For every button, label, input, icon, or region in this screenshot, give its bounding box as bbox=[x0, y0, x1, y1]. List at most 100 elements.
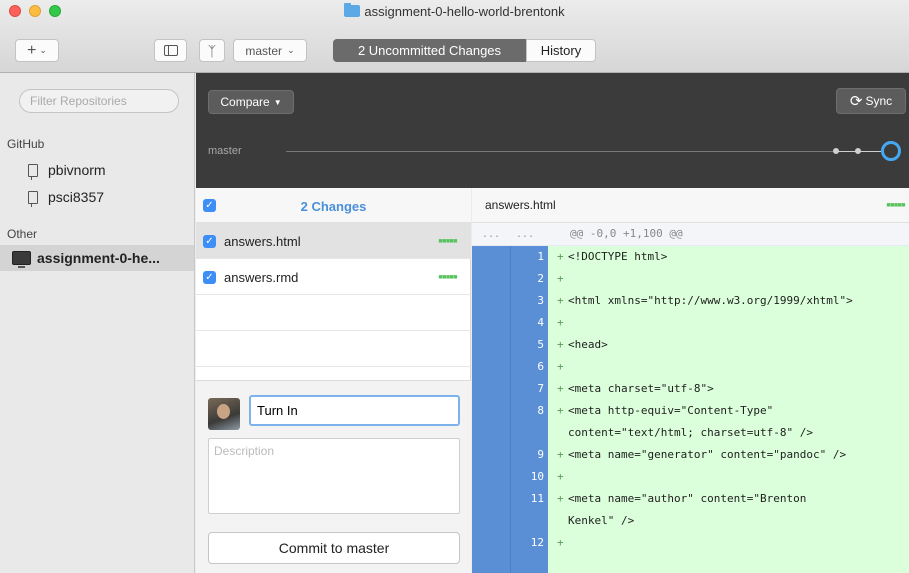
compare-button[interactable]: Compare ▼ bbox=[208, 90, 294, 114]
line-number: 11 bbox=[530, 492, 544, 505]
line-prefix: + bbox=[557, 448, 564, 461]
line-code: content="text/html; charset=utf-8" /> bbox=[568, 426, 814, 439]
timeline-recent-line bbox=[836, 151, 881, 152]
sidebar-item-psci8357[interactable]: psci8357 bbox=[0, 184, 194, 210]
tab-uncommitted-changes[interactable]: 2 Uncommitted Changes bbox=[333, 39, 526, 62]
line-prefix: + bbox=[557, 492, 564, 505]
changed-file-row[interactable]: ✓ answers.html ■■■■■ bbox=[196, 223, 471, 259]
view-tabs: 2 Uncommitted Changes History bbox=[333, 39, 596, 62]
sidebar-item-assignment-0[interactable]: assignment-0-he... bbox=[0, 245, 194, 271]
compare-button-label: Compare bbox=[220, 95, 270, 109]
github-desktop-window: assignment-0-hello-world-brentonk + ⌄ ᛉ m… bbox=[0, 0, 909, 573]
line-prefix: + bbox=[557, 382, 564, 395]
line-number: 2 bbox=[537, 272, 544, 285]
changed-file-name: answers.html bbox=[224, 234, 301, 249]
hunk-header: ... ... @@ -0,0 +1,100 @@ bbox=[472, 223, 909, 246]
diff-stat-icon: ■■■■■ bbox=[438, 238, 457, 245]
diff-line[interactable]: 2 + bbox=[537, 268, 909, 290]
changes-panel: ✓ 2 Changes ✓ answers.html ■■■■■ ✓ answe… bbox=[196, 188, 471, 573]
line-number: 1 bbox=[537, 250, 544, 263]
repository-sidebar: GitHub pbivnorm psci8357 Other assignmen… bbox=[0, 73, 195, 573]
line-prefix: + bbox=[557, 272, 564, 285]
branch-icon: ᛉ bbox=[207, 42, 217, 59]
hunk-header-text: @@ -0,0 +1,100 @@ bbox=[570, 227, 683, 240]
line-code: <meta name="author" content="Brenton bbox=[568, 492, 807, 505]
line-code: <meta http-equiv="Content-Type" bbox=[568, 404, 774, 417]
diff-stat-icon: ■■■■■ bbox=[886, 202, 905, 209]
empty-row bbox=[196, 295, 471, 331]
line-number: 3 bbox=[537, 294, 544, 307]
diff-line[interactable]: 10 + bbox=[531, 466, 909, 488]
branch-timeline-panel: Compare ▼ ⟳ Sync master bbox=[196, 73, 909, 188]
line-code: <meta name="generator" content="pandoc" … bbox=[568, 448, 847, 461]
timeline-line bbox=[286, 151, 836, 152]
commit-form: Commit to master bbox=[196, 380, 471, 573]
line-prefix: + bbox=[557, 536, 564, 549]
window-title: assignment-0-hello-world-brentonk bbox=[0, 3, 909, 19]
sidebar-toggle-button[interactable] bbox=[154, 39, 187, 62]
diff-lines: 1 + <!DOCTYPE html> 2 + 3 + <html xmlns="http… bbox=[531, 246, 909, 573]
chevron-down-icon: ⌄ bbox=[39, 45, 47, 55]
commit-summary-input[interactable] bbox=[249, 395, 460, 426]
line-number: 5 bbox=[537, 338, 544, 351]
commit-description-input[interactable] bbox=[208, 438, 460, 514]
line-number: 7 bbox=[537, 382, 544, 395]
diff-line[interactable]: 9 + <meta name="generator" content="pandoc… bbox=[537, 444, 909, 466]
timeline-uncommitted-indicator[interactable] bbox=[881, 141, 901, 161]
caret-down-icon: ▼ bbox=[273, 97, 282, 107]
sidebar-item-label: assignment-0-he... bbox=[37, 250, 160, 266]
line-number: 8 bbox=[537, 404, 544, 417]
diff-line[interactable]: 12 + bbox=[531, 532, 909, 554]
timeline-branch-label: master bbox=[208, 145, 242, 157]
title-bar: assignment-0-hello-world-brentonk + ⌄ ᛉ m… bbox=[0, 0, 909, 73]
file-checkbox[interactable]: ✓ bbox=[203, 271, 216, 284]
filter-repositories-input[interactable] bbox=[19, 89, 179, 113]
line-code: <head> bbox=[568, 338, 608, 351]
sync-button[interactable]: ⟳ Sync bbox=[836, 88, 906, 114]
chevron-down-icon: ⌄ bbox=[287, 45, 295, 55]
sync-button-label: Sync bbox=[865, 94, 893, 108]
commit-button[interactable]: Commit to master bbox=[208, 532, 460, 564]
line-number: 4 bbox=[537, 316, 544, 329]
diff-stat-icon: ■■■■■ bbox=[438, 274, 457, 281]
changed-file-row[interactable]: ✓ answers.rmd ■■■■■ bbox=[196, 259, 471, 295]
folder-icon bbox=[344, 3, 361, 17]
diff-line[interactable]: 11 + <meta name="author" content="Brenton bbox=[531, 488, 909, 510]
sidebar-item-label: psci8357 bbox=[48, 189, 105, 205]
plus-icon: + bbox=[27, 41, 37, 59]
diff-line[interactable]: 1 + <!DOCTYPE html> bbox=[537, 246, 909, 268]
diff-line[interactable]: 4 + bbox=[537, 312, 909, 334]
line-number: 12 bbox=[530, 536, 544, 549]
line-code: <meta charset="utf-8"> bbox=[568, 382, 714, 395]
sidebar-item-pbivnorm[interactable]: pbivnorm bbox=[0, 157, 194, 183]
changes-count-title: 2 Changes bbox=[300, 199, 367, 214]
line-prefix: + bbox=[557, 316, 564, 329]
line-code: Kenkel" /> bbox=[568, 514, 635, 527]
repo-icon bbox=[28, 190, 38, 207]
line-number: 9 bbox=[537, 448, 544, 461]
line-prefix: + bbox=[557, 360, 564, 373]
diff-line-continuation[interactable]: Kenkel" /> bbox=[548, 510, 909, 532]
branch-selector[interactable]: master ⌄ bbox=[233, 39, 307, 62]
diff-line[interactable]: 3 + <html xmlns="http://www.w3.org/1999/xh… bbox=[537, 290, 909, 312]
diff-line-continuation[interactable]: content="text/html; charset=utf-8" /> bbox=[548, 422, 909, 444]
diff-panel: answers.html ■■■■■ ... ... @@ -0,0 +1,10… bbox=[472, 188, 909, 573]
diff-line[interactable]: 5 + <head> bbox=[537, 334, 909, 356]
line-prefix: + bbox=[557, 404, 564, 417]
file-checkbox[interactable]: ✓ bbox=[203, 235, 216, 248]
window-title-text: assignment-0-hello-world-brentonk bbox=[364, 4, 565, 19]
line-code: <!DOCTYPE html> bbox=[568, 250, 668, 263]
empty-row bbox=[196, 331, 471, 367]
line-prefix: + bbox=[557, 250, 564, 263]
line-prefix: + bbox=[557, 338, 564, 351]
diff-line[interactable]: 7 + <meta charset="utf-8"> bbox=[537, 378, 909, 400]
line-number: 10 bbox=[530, 470, 544, 483]
tab-history[interactable]: History bbox=[526, 39, 596, 62]
create-branch-button[interactable]: ᛉ bbox=[199, 39, 225, 62]
diff-line[interactable]: 8 + <meta http-equiv="Content-Type" bbox=[537, 400, 909, 422]
add-repository-button[interactable]: + ⌄ bbox=[15, 39, 59, 62]
hunk-old-gutter: ... bbox=[482, 229, 501, 240]
sidebar-toggle-icon bbox=[163, 45, 178, 56]
sidebar-section-other: Other bbox=[7, 227, 38, 241]
diff-line[interactable]: 6 + bbox=[537, 356, 909, 378]
